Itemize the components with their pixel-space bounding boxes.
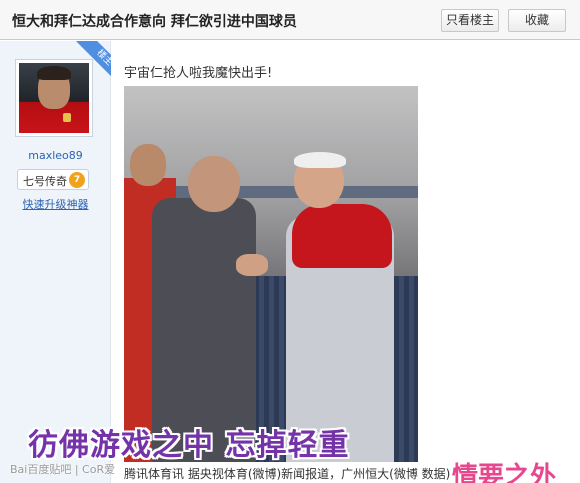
photo-handshake [236,254,268,276]
thread-title: 恒大和拜仁达成合作意向 拜仁欲引进中国球员 [12,14,297,30]
post-text: 宇宙仁抢人啦我魔快出手! [124,66,273,81]
level-number-icon: 7 [69,172,85,188]
thread-header: 恒大和拜仁达成合作意向 拜仁欲引进中国球员 只看楼主 收藏 [0,0,580,40]
corner-caption: 情要之外 [452,462,557,483]
post-body-line: 腾讯体育讯 据央视体育(微博)新闻报道，广州恒大(微博 数据) [124,467,451,481]
op-ribbon-label: 楼主 [73,41,111,86]
image-caption: 彷佛游戏之中 忘掉轻重 [28,428,350,463]
level-name: 七号传奇 [23,175,67,188]
watermark: Bai百度贴吧 | CoR爱 [10,463,116,476]
favorite-button[interactable]: 收藏 [508,9,566,32]
author-sidebar: maxleo89 七号传奇 7 快速升级神器 [0,41,111,483]
post-photo[interactable] [124,86,418,462]
level-badge[interactable]: 七号传奇 7 [17,169,89,190]
photo-person-middle-head [188,156,240,212]
op-ribbon: 楼主 [66,41,111,86]
username-link[interactable]: maxleo89 [0,149,111,162]
photo-person-right-hair [294,152,346,168]
photo-person-left-head [130,144,166,186]
only-op-button[interactable]: 只看楼主 [441,9,499,32]
photo-person-right-scarf [292,204,392,268]
upgrade-link[interactable]: 快速升级神器 [0,196,111,212]
club-crest-icon [63,113,71,122]
